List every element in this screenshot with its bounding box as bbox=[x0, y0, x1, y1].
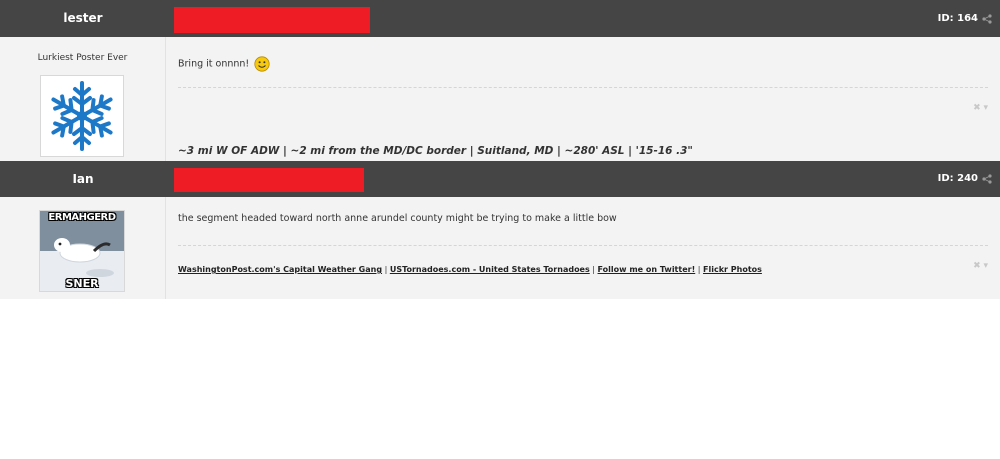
meme-caption-bottom: SNER bbox=[65, 277, 99, 290]
post-body: ERMAHGERD SNER the segment headed toward… bbox=[0, 197, 1000, 299]
redacted-block bbox=[174, 168, 364, 192]
post-controls-icon[interactable]: ✖ ▾ bbox=[973, 103, 988, 113]
post-header: Ian ID: 240 bbox=[0, 161, 1000, 197]
signature-divider bbox=[178, 245, 988, 246]
separator: | bbox=[382, 265, 390, 274]
signature: ~3 mi W OF ADW | ~2 mi from the MD/DC bo… bbox=[178, 145, 693, 157]
share-icon[interactable] bbox=[982, 174, 992, 184]
snowflake-icon bbox=[47, 81, 117, 151]
post-id[interactable]: ID: 164 bbox=[938, 13, 978, 24]
separator: | bbox=[695, 265, 704, 274]
redacted-block bbox=[174, 7, 370, 33]
post-id[interactable]: ID: 240 bbox=[938, 173, 978, 184]
avatar[interactable] bbox=[40, 75, 124, 157]
post-message: the segment headed toward north anne aru… bbox=[178, 213, 617, 224]
author-sidebar: ERMAHGERD SNER bbox=[0, 197, 166, 299]
signature-divider bbox=[178, 87, 988, 88]
separator: | bbox=[589, 265, 598, 274]
message-text: Bring it onnnn! bbox=[178, 58, 250, 70]
smiley-icon bbox=[254, 56, 270, 72]
member-rank: Lurkiest Poster Ever bbox=[37, 53, 128, 63]
signature-link-flickr[interactable]: Flickr Photos bbox=[703, 265, 762, 274]
post-lester: lester ID: 164 Lurkiest Poster Ever Brin… bbox=[0, 0, 1000, 161]
author-name[interactable]: lester bbox=[0, 11, 166, 25]
post-message: Bring it onnnn! bbox=[178, 56, 270, 72]
author-name[interactable]: Ian bbox=[0, 172, 166, 186]
signature-link-ustornadoes[interactable]: USTornadoes.com - United States Tornadoe… bbox=[390, 265, 590, 274]
avatar[interactable]: ERMAHGERD SNER bbox=[39, 210, 125, 292]
share-icon[interactable] bbox=[982, 14, 992, 24]
post-body: Lurkiest Poster Ever Bring it onnnn! ✖ ▾… bbox=[0, 37, 1000, 161]
post-ian: Ian ID: 240 ERMAHGERD SNER the segment h… bbox=[0, 161, 1000, 299]
author-sidebar: Lurkiest Poster Ever bbox=[0, 37, 166, 161]
post-header: lester ID: 164 bbox=[0, 0, 1000, 37]
signature-link-capital-weather-gang[interactable]: WashingtonPost.com's Capital Weather Gan… bbox=[178, 265, 382, 274]
signature-link-twitter[interactable]: Follow me on Twitter! bbox=[598, 265, 696, 274]
signature: WashingtonPost.com's Capital Weather Gan… bbox=[178, 265, 762, 274]
meme-caption-top: ERMAHGERD bbox=[48, 212, 116, 223]
post-controls-icon[interactable]: ✖ ▾ bbox=[973, 261, 988, 271]
